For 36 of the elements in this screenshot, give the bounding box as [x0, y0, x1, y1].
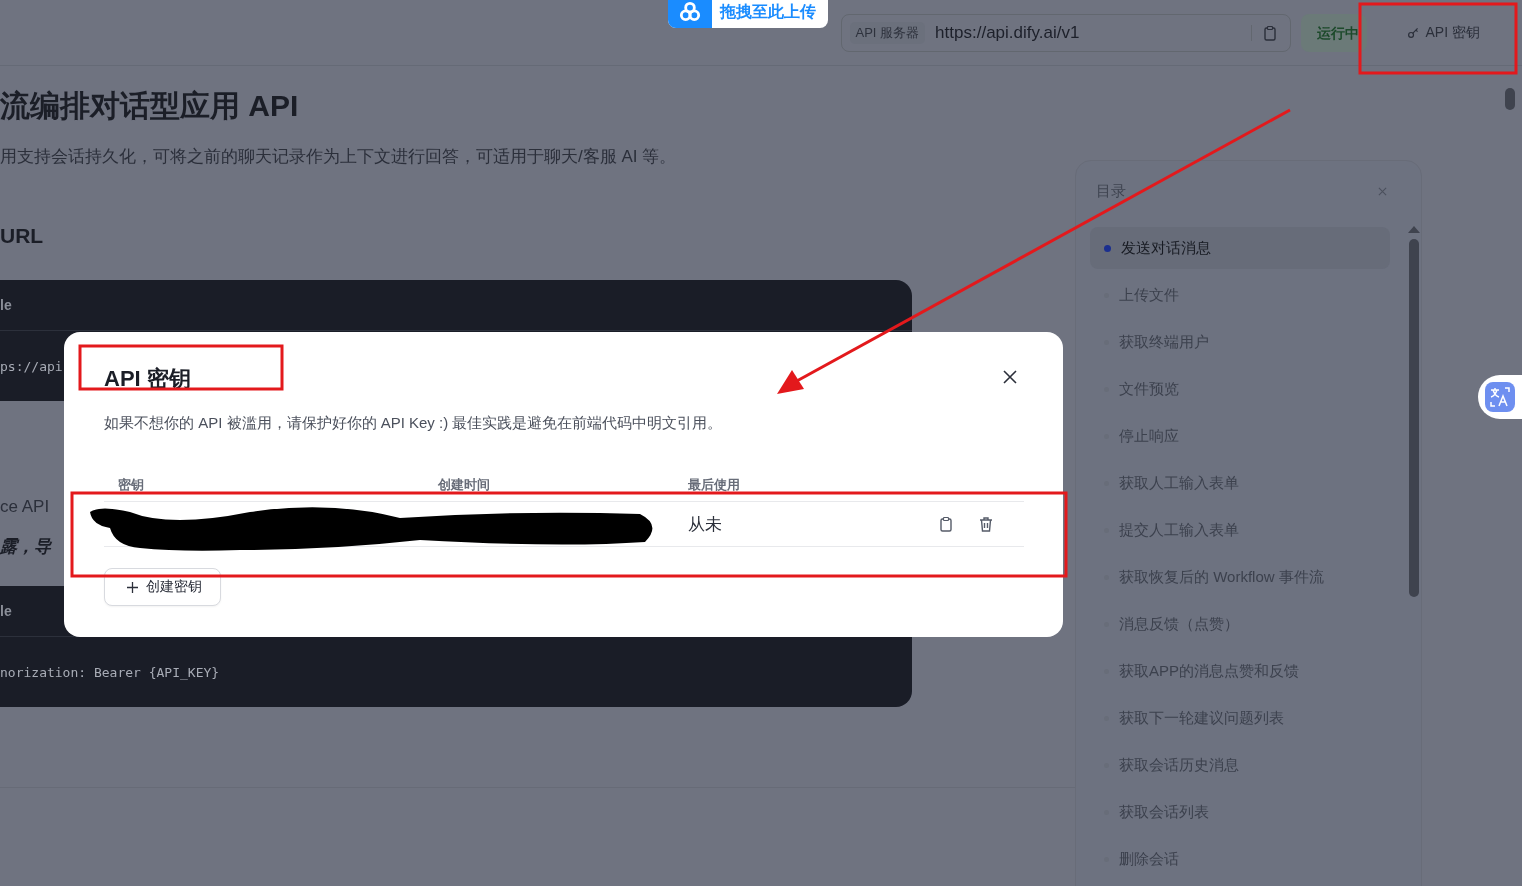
page-title: 流编排对话型应用 API [0, 88, 300, 124]
scrollbar-thumb[interactable] [1505, 88, 1515, 110]
column-header: 密钥 [117, 476, 145, 494]
translate-icon [1485, 382, 1515, 412]
plus-icon [127, 581, 138, 593]
create-key-button[interactable]: 创建密钥 [104, 568, 221, 606]
code-line: norization: Bearer {API_KEY} [0, 664, 220, 680]
dialog-title: API 密钥 [104, 365, 191, 393]
clipboard-icon[interactable] [1250, 24, 1278, 41]
toc-item[interactable]: 发送对话消息 [1090, 227, 1390, 269]
table-cell-text: 从未 [688, 513, 723, 536]
dialog-description: 如果不想你的 API 被滥用，请保护好你的 API Key :) 最佳实践是避免在前端代码中明文引用。 [104, 414, 724, 433]
upload-badge[interactable]: 拖拽至此上传 [668, 0, 828, 28]
scrollbar-thumb[interactable] [1409, 239, 1419, 597]
url-heading: URL [0, 224, 45, 248]
trash-icon[interactable] [978, 516, 994, 532]
server-label: API 服务器 [849, 21, 926, 44]
page-description: 用支持会话持久化，可将之前的聊天记录作为上下文进行回答，可适用于聊天/客服 AI 等。 [0, 146, 678, 168]
code-line: ps://api [0, 358, 63, 374]
key-icon [1406, 26, 1420, 39]
upload-label: 拖拽至此上传 [720, 1, 816, 22]
server-url: https://api.dify.ai/v1 [935, 22, 1081, 43]
api-key-button[interactable]: API 密钥 [1376, 13, 1516, 52]
api-server-field[interactable]: API 服务器 https://api.dify.ai/v1 [840, 13, 1291, 52]
scroll-up-icon[interactable] [1408, 225, 1420, 233]
code-block-title: le [0, 297, 12, 313]
close-icon[interactable] [1002, 369, 1018, 385]
clipboard-icon[interactable] [938, 516, 954, 532]
translate-button[interactable] [1478, 375, 1522, 419]
note-text: ce API [0, 497, 50, 517]
warning-text: 露，导 [0, 536, 51, 558]
column-header: 最后使用 [688, 476, 741, 494]
cloud-icon [668, 0, 712, 28]
running-status-badge: 运行中 [1300, 13, 1367, 52]
column-header: 创建时间 [438, 476, 491, 494]
code-block-title: le [0, 603, 12, 619]
